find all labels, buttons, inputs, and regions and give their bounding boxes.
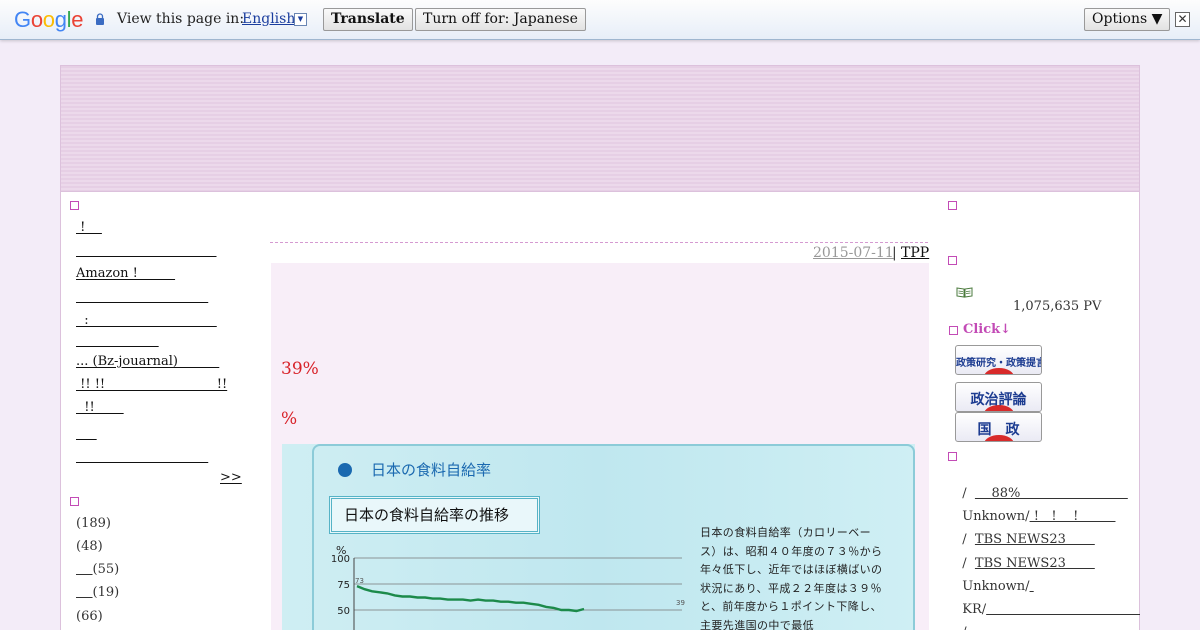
- turn-off-button[interactable]: Turn off for: Japanese: [415, 8, 586, 31]
- category-item[interactable]: (19): [76, 585, 120, 600]
- language-link[interactable]: English: [242, 11, 295, 27]
- section-marker-icon: [948, 452, 957, 461]
- category-item[interactable]: (66): [76, 609, 103, 624]
- sidebar-link[interactable]: [76, 333, 159, 348]
- section-marker-icon: [70, 201, 79, 210]
- post-highlight-text: %: [281, 409, 298, 429]
- open-book-icon: [956, 287, 973, 298]
- view-page-label: View this page in:: [117, 11, 245, 27]
- sidebar-link[interactable]: !! !! !!: [76, 377, 227, 392]
- sidebar-link[interactable]: [76, 289, 208, 304]
- sidebar-link[interactable]: [76, 449, 208, 464]
- category-count: (55): [92, 562, 120, 577]
- post-divider: [270, 242, 928, 243]
- language-dropdown-icon[interactable]: ▼: [294, 13, 307, 26]
- figure-title: 日本の食料自給率: [371, 461, 492, 479]
- pageview-counter: 1,075,635 PV: [1013, 299, 1102, 314]
- category-link[interactable]: [76, 562, 93, 577]
- comment-link[interactable]: [975, 625, 1140, 630]
- y-tick-label: 50: [337, 606, 350, 617]
- click-heading: Click↓: [963, 322, 1012, 337]
- post-date-link[interactable]: 2015-07-11: [813, 245, 894, 261]
- category-item[interactable]: (55): [76, 562, 120, 577]
- sidebar-link[interactable]: [76, 243, 217, 258]
- banner-label: 政治評論: [970, 392, 1027, 408]
- sidebar-link[interactable]: [76, 426, 97, 441]
- self-sufficiency-line-chart: % 1007550 73 39: [331, 544, 685, 630]
- end-value-label: 39: [676, 599, 685, 607]
- category-count: (189): [76, 516, 111, 531]
- banner-label: 国 政: [977, 422, 1020, 438]
- options-button[interactable]: Options ▼: [1084, 8, 1171, 31]
- figure-description: 日本の食料自給率（カロリーベース）は、昭和４０年度の７３％から年々低下し、近年で…: [700, 526, 883, 630]
- food-self-sufficiency-figure: 日本の食料自給率 日本の食料自給率の推移 日本の食料自給率（カロリーベース）は、…: [282, 444, 915, 630]
- category-count: (66): [76, 609, 103, 624]
- banner-label: 政策研究・政策提言: [956, 358, 1042, 369]
- lock-icon: [96, 13, 104, 25]
- chart-y-ticks: 100 75 50: [331, 554, 350, 617]
- national-politics-banner[interactable]: 国 政: [955, 412, 1042, 442]
- category-link[interactable]: [76, 585, 93, 600]
- recent-comment-item[interactable]: /: [954, 610, 1140, 630]
- self-sufficiency-series-line: [356, 584, 585, 613]
- category-item[interactable]: (189): [76, 516, 111, 531]
- sidebar-link[interactable]: :: [76, 313, 217, 328]
- bullet-dot-icon: [338, 463, 352, 477]
- political-commentary-banner[interactable]: 政治評論: [955, 382, 1042, 412]
- blog-header: [60, 65, 1140, 192]
- policy-research-banner[interactable]: 政策研究・政策提言: [955, 345, 1042, 375]
- category-count: (48): [76, 539, 103, 554]
- section-marker-icon: [948, 256, 957, 265]
- section-marker-icon: [948, 201, 957, 210]
- category-item[interactable]: (48): [76, 539, 103, 554]
- section-marker-icon: [949, 326, 958, 335]
- translate-button[interactable]: Translate: [323, 8, 413, 31]
- comment-author: /: [962, 625, 975, 630]
- post-category-link[interactable]: TPP: [901, 245, 929, 261]
- y-tick-label: 100: [331, 554, 350, 565]
- chart-grid: [353, 557, 682, 630]
- figure-subtitle: 日本の食料自給率の推移: [344, 506, 510, 524]
- sidebar-link[interactable]: ... (Bz-jouarnal): [76, 354, 219, 369]
- section-marker-icon: [70, 497, 79, 506]
- start-value-label: 73: [355, 577, 364, 585]
- close-icon[interactable]: ✕: [1175, 12, 1190, 27]
- sidebar-link[interactable]: !!: [76, 400, 124, 415]
- post-meta-separator: |: [892, 245, 897, 261]
- translate-bar: Google View this page in: English ▼ Tran…: [0, 0, 1200, 40]
- sidebar-link[interactable]: Amazon !: [76, 266, 175, 281]
- sidebar-link[interactable]: !: [76, 220, 102, 235]
- post-highlight-text: 39%: [281, 359, 319, 379]
- more-link[interactable]: >>: [220, 470, 242, 485]
- category-count: (19): [92, 585, 120, 600]
- google-logo: Google: [14, 7, 84, 32]
- y-tick-label: 75: [337, 580, 350, 591]
- banner-decoration: [984, 368, 1014, 374]
